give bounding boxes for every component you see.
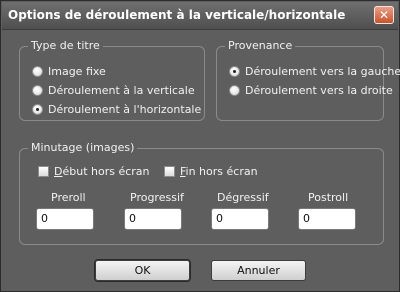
radio-horizontal-roll[interactable]: Déroulement à l'horizontale <box>32 103 201 116</box>
radio-vertical-roll-label: Déroulement à la verticale <box>48 84 195 97</box>
radio-roll-right-label: Déroulement vers la droite <box>245 84 393 97</box>
postroll-label: Postroll <box>308 191 349 204</box>
radio-roll-left-button[interactable] <box>229 66 240 77</box>
radio-roll-left[interactable]: Déroulement vers la gauche <box>229 65 400 78</box>
progressive-input[interactable]: 0 <box>124 208 182 230</box>
radio-roll-right-button[interactable] <box>229 85 240 96</box>
checkbox-start-offscreen[interactable]: Début hors écran <box>38 165 150 178</box>
degressive-label: Dégressif <box>217 191 269 204</box>
radio-roll-right[interactable]: Déroulement vers la droite <box>229 84 393 97</box>
checkbox-start-offscreen-box[interactable] <box>38 166 49 177</box>
close-icon[interactable]: ✕ <box>374 6 394 24</box>
radio-vertical-roll[interactable]: Déroulement à la verticale <box>32 84 195 97</box>
checkbox-end-offscreen-label: Fin hors écran <box>180 165 258 178</box>
timing-group: Minutage (images) Début hors écran Fin h… <box>19 141 384 245</box>
checkbox-end-offscreen[interactable]: Fin hors écran <box>164 165 258 178</box>
radio-still-image[interactable]: Image fixe <box>32 65 106 78</box>
radio-horizontal-roll-button[interactable] <box>32 104 43 115</box>
title-type-group: Type de titre Image fixe Déroulement à l… <box>19 39 205 121</box>
postroll-input[interactable]: 0 <box>298 208 356 230</box>
preroll-label: Preroll <box>51 191 86 204</box>
radio-roll-left-label: Déroulement vers la gauche <box>245 65 400 78</box>
dialog-title: Options de déroulement à la verticale/ho… <box>8 8 346 22</box>
title-type-legend: Type de titre <box>28 39 103 52</box>
radio-horizontal-roll-label: Déroulement à l'horizontale <box>48 103 202 116</box>
preroll-input[interactable]: 0 <box>36 208 94 230</box>
ok-button[interactable]: OK <box>95 260 190 281</box>
degressive-input[interactable]: 0 <box>211 208 269 230</box>
radio-vertical-roll-button[interactable] <box>32 85 43 96</box>
cancel-button[interactable]: Annuler <box>211 260 306 281</box>
radio-still-image-label: Image fixe <box>48 65 106 78</box>
options-dialog: Options de déroulement à la verticale/ho… <box>0 0 400 292</box>
title-bar: Options de déroulement à la verticale/ho… <box>2 2 398 30</box>
radio-still-image-button[interactable] <box>32 66 43 77</box>
checkbox-start-offscreen-label: Début hors écran <box>54 165 150 178</box>
progressive-label: Progressif <box>130 191 184 204</box>
timing-legend: Minutage (images) <box>28 141 138 154</box>
checkbox-end-offscreen-box[interactable] <box>164 166 175 177</box>
source-legend: Provenance <box>225 39 296 52</box>
source-group: Provenance Déroulement vers la gauche Dé… <box>216 39 400 121</box>
